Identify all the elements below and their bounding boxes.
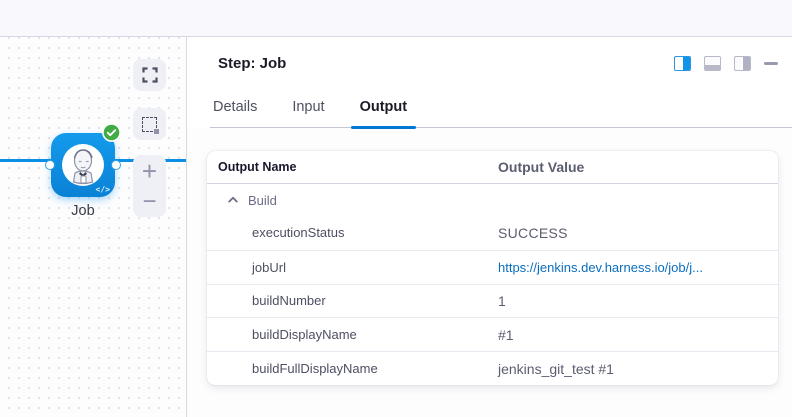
row-name: jobUrl [207, 260, 498, 275]
joburl-link[interactable]: https://jenkins.dev.harness.io/job/j... [498, 260, 703, 275]
table-row: buildNumber 1 [207, 284, 778, 318]
marquee-select-icon [142, 117, 157, 132]
row-value: #1 [498, 327, 778, 343]
column-header-name: Output Name [207, 160, 498, 174]
row-name: buildDisplayName [207, 327, 498, 342]
jenkins-icon [61, 143, 105, 187]
table-row: jobUrl https://jenkins.dev.harness.io/jo… [207, 250, 778, 284]
zoom-out-icon: − [142, 190, 156, 214]
zoom-controls: + − [133, 155, 166, 217]
panel-title: Step: Job [218, 55, 286, 72]
step-node-job[interactable]: </> [51, 133, 115, 197]
window-controls [674, 56, 778, 71]
pipeline-canvas[interactable]: </> Job + − [0, 37, 187, 417]
tab-output[interactable]: Output [357, 90, 411, 127]
node-port-left[interactable] [45, 160, 55, 170]
row-value: jenkins_git_test #1 [498, 361, 778, 377]
marquee-select-button[interactable] [133, 108, 166, 140]
column-header-value: Output Value [498, 159, 778, 175]
collapse-chevron-icon[interactable] [227, 194, 239, 206]
table-row: executionStatus SUCCESS [207, 216, 778, 250]
step-panel: Step: Job Details Input Output [187, 37, 792, 417]
tab-input[interactable]: Input [289, 90, 327, 127]
row-name: buildNumber [207, 293, 498, 308]
code-icon: </> [96, 185, 110, 194]
bottom-layout-button[interactable] [704, 56, 721, 71]
right-layout-button[interactable] [734, 56, 751, 71]
split-view-button[interactable] [674, 56, 691, 71]
group-label: Build [248, 193, 277, 208]
table-row: buildFullDisplayName jenkins_git_test #1 [207, 351, 778, 385]
fullscreen-button[interactable] [133, 59, 166, 91]
split-view-icon [674, 56, 691, 71]
output-table-card: Output Name Output Value Build execution… [207, 151, 778, 385]
tab-details[interactable]: Details [210, 90, 260, 127]
row-value: SUCCESS [498, 225, 778, 241]
zoom-in-button[interactable]: + [133, 155, 166, 186]
row-name: buildFullDisplayName [207, 361, 498, 376]
fullscreen-icon [142, 67, 158, 83]
main-layout: </> Job + − Step: Job [0, 37, 792, 417]
table-row: buildDisplayName #1 [207, 317, 778, 351]
bottom-layout-icon [704, 56, 721, 71]
panel-header: Step: Job [187, 37, 792, 90]
group-row-build[interactable]: Build [207, 184, 778, 216]
table-header-row: Output Name Output Value [207, 151, 778, 184]
row-value: 1 [498, 293, 778, 309]
node-label: Job [41, 203, 125, 219]
success-badge-icon [102, 123, 121, 142]
tab-bar: Details Input Output [210, 90, 792, 128]
zoom-out-button[interactable]: − [133, 186, 166, 217]
topbar [0, 0, 792, 37]
output-tab-content: Output Name Output Value Build execution… [187, 128, 792, 417]
node-port-right[interactable] [111, 160, 121, 170]
row-name: executionStatus [207, 225, 498, 240]
zoom-in-icon: + [142, 158, 157, 184]
minimize-icon [764, 62, 778, 65]
minimize-button[interactable] [764, 62, 778, 65]
right-layout-icon [734, 56, 751, 71]
